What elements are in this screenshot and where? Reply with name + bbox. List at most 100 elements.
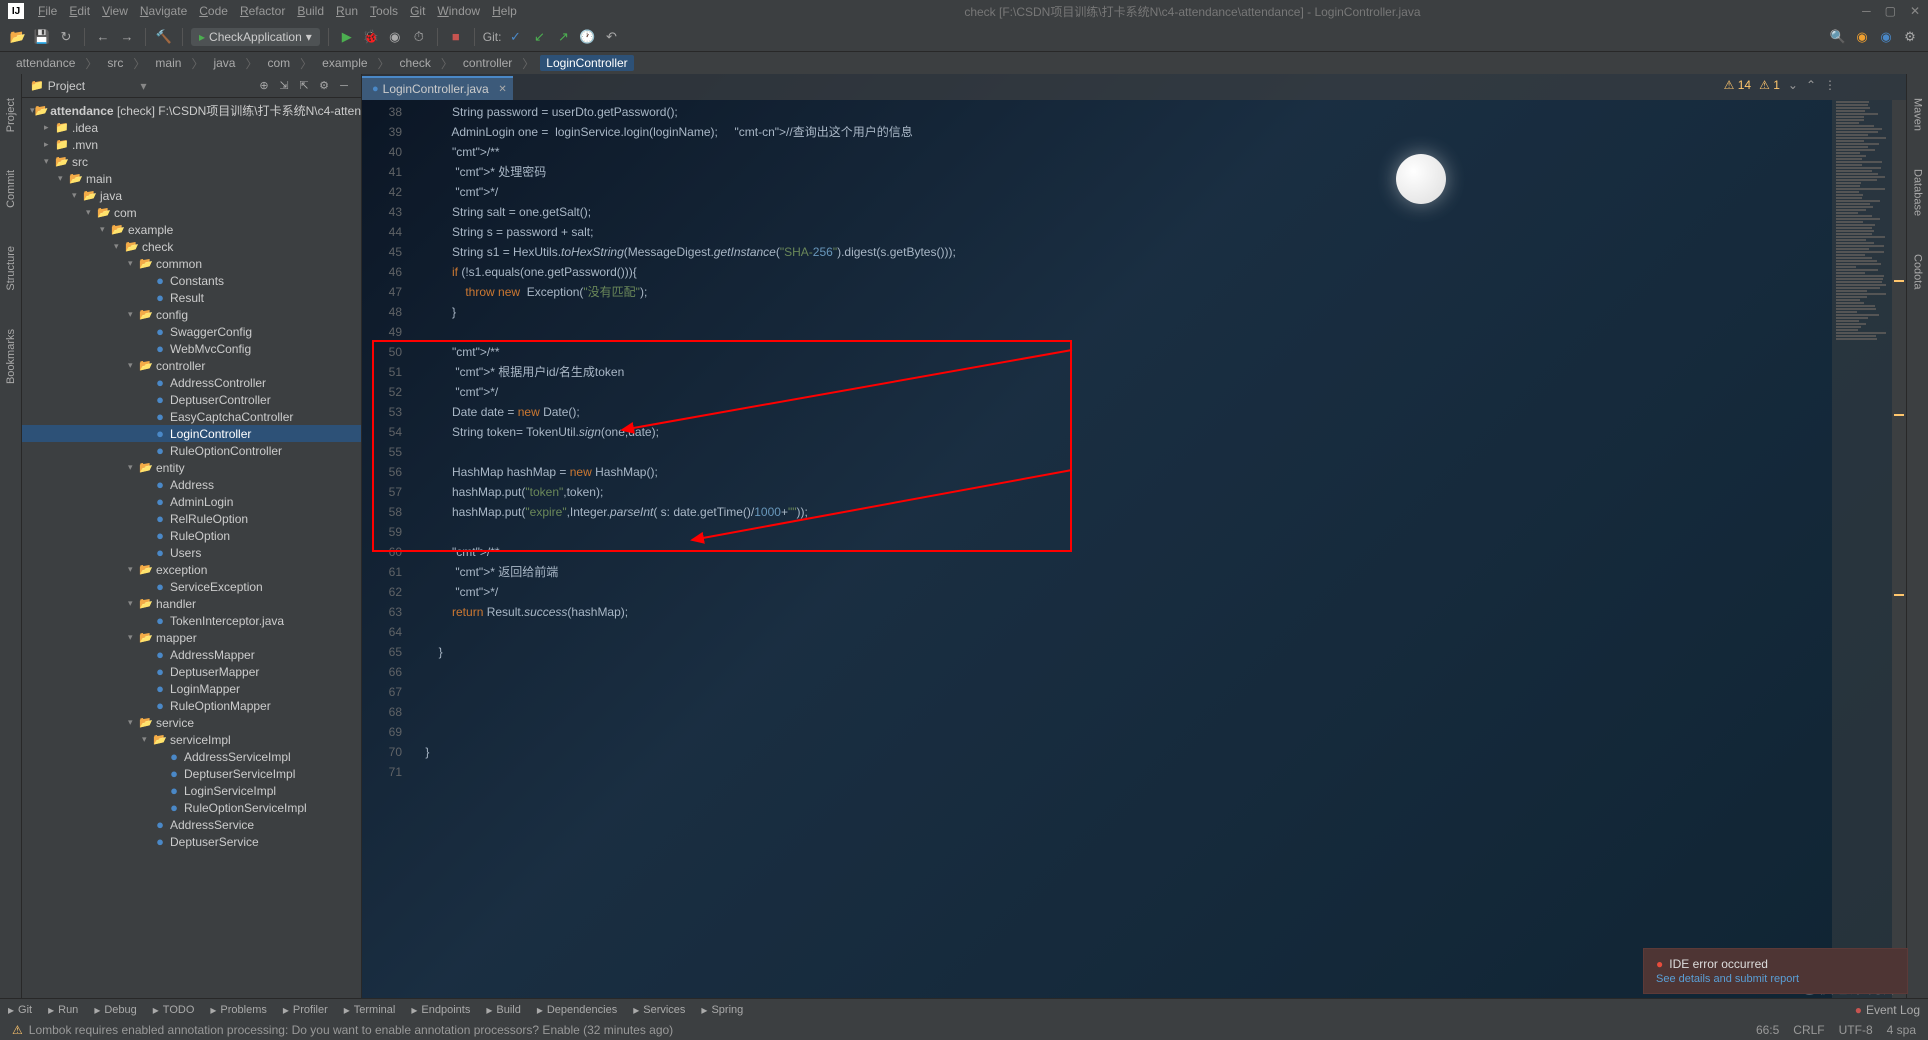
project-tree[interactable]: ▾ attendance [check] F:\CSDN项目训练\打卡系统N\c… [22, 98, 361, 998]
tree-class[interactable]: DeptuserController [22, 391, 361, 408]
tree-class[interactable]: AddressMapper [22, 646, 361, 663]
code-line[interactable]: "cmt">*/ [412, 382, 1832, 402]
collapse-icon[interactable]: ⇱ [295, 77, 313, 95]
search-everywhere-icon[interactable]: 🔍 [1828, 27, 1848, 47]
bottom-tab-debug[interactable]: ▸Debug [94, 1003, 136, 1017]
code-line[interactable]: "cmt">/** [412, 542, 1832, 562]
tab-close-icon[interactable]: ✕ [498, 84, 506, 95]
code-line[interactable]: "cmt">* 处理密码 [412, 162, 1832, 182]
menu-build[interactable]: Build [291, 4, 330, 18]
tree-class[interactable]: AddressController [22, 374, 361, 391]
code-line[interactable] [412, 722, 1832, 742]
code-line[interactable] [412, 522, 1832, 542]
vcs-commit-icon[interactable]: ↙ [529, 27, 549, 47]
indent-info[interactable]: 4 spa [1887, 1023, 1916, 1037]
vcs-rollback-icon[interactable]: ↶ [601, 27, 621, 47]
right-tab-codota[interactable]: Codota [1912, 250, 1924, 293]
hide-icon[interactable]: ─ [335, 77, 353, 95]
profile-icon[interactable]: ⏱ [409, 27, 429, 47]
bottom-tab-spring[interactable]: ▸Spring [701, 1003, 743, 1017]
menu-navigate[interactable]: Navigate [134, 4, 193, 18]
breadcrumb-item[interactable]: src [103, 56, 127, 70]
expand-icon[interactable]: ⇲ [275, 77, 293, 95]
open-icon[interactable]: 📂 [8, 27, 28, 47]
tree-folder[interactable]: ▾common [22, 255, 361, 272]
tree-class[interactable]: RuleOption [22, 527, 361, 544]
left-tab-commit[interactable]: Commit [5, 166, 17, 212]
code-line[interactable] [412, 622, 1832, 642]
tree-class[interactable]: Result [22, 289, 361, 306]
bottom-tab-git[interactable]: ▸Git [8, 1003, 32, 1017]
vcs-push-icon[interactable]: ↗ [553, 27, 573, 47]
code-line[interactable]: throw new Exception("没有匹配"); [412, 282, 1832, 302]
settings-icon[interactable]: ⚙ [1900, 27, 1920, 47]
menu-git[interactable]: Git [404, 4, 431, 18]
tree-folder[interactable]: ▾com [22, 204, 361, 221]
plugin-icon[interactable]: ◉ [1876, 27, 1896, 47]
tree-folder[interactable]: ▸.idea [22, 119, 361, 136]
menu-help[interactable]: Help [486, 4, 523, 18]
tree-class[interactable]: RuleOptionController [22, 442, 361, 459]
tree-folder[interactable]: ▾java [22, 187, 361, 204]
tree-class[interactable]: DeptuserService [22, 833, 361, 850]
avatar-icon[interactable]: ◉ [1852, 27, 1872, 47]
vcs-history-icon[interactable]: 🕐 [577, 27, 597, 47]
tree-folder[interactable]: ▾serviceImpl [22, 731, 361, 748]
error-notification[interactable]: IDE error occurred See details and submi… [1643, 948, 1908, 994]
breadcrumb-item[interactable]: java [209, 56, 239, 70]
error-link[interactable]: See details and submit report [1656, 973, 1895, 985]
menu-view[interactable]: View [96, 4, 134, 18]
tree-class[interactable]: AdminLogin [22, 493, 361, 510]
minimize-icon[interactable]: ─ [1862, 4, 1871, 18]
stop-icon[interactable]: ■ [446, 27, 466, 47]
project-title[interactable]: Project [30, 79, 136, 93]
code-line[interactable]: String salt = one.getSalt(); [412, 202, 1832, 222]
tree-class[interactable]: RuleOptionMapper [22, 697, 361, 714]
tree-folder[interactable]: ▾main [22, 170, 361, 187]
maximize-icon[interactable]: ▢ [1885, 4, 1896, 18]
code-line[interactable]: "cmt">* 根据用户id/名生成token [412, 362, 1832, 382]
tree-class[interactable]: RelRuleOption [22, 510, 361, 527]
code-line[interactable] [412, 762, 1832, 782]
bottom-tab-endpoints[interactable]: ▸Endpoints [411, 1003, 470, 1017]
tree-class[interactable]: DeptuserMapper [22, 663, 361, 680]
tree-class[interactable]: ServiceException [22, 578, 361, 595]
bottom-tab-build[interactable]: ▸Build [486, 1003, 521, 1017]
code-line[interactable]: "cmt">/** [412, 342, 1832, 362]
tree-folder[interactable]: ▾src [22, 153, 361, 170]
menu-window[interactable]: Window [431, 4, 486, 18]
tree-folder[interactable]: ▾mapper [22, 629, 361, 646]
bottom-tab-services[interactable]: ▸Services [633, 1003, 685, 1017]
bottom-tab-run[interactable]: ▸Run [48, 1003, 78, 1017]
menu-refactor[interactable]: Refactor [234, 4, 291, 18]
run-icon[interactable]: ▶ [337, 27, 357, 47]
code-line[interactable]: HashMap hashMap = new HashMap(); [412, 462, 1832, 482]
code-line[interactable]: } [412, 642, 1832, 662]
code-line[interactable]: "cmt">/** [412, 142, 1832, 162]
tree-folder[interactable]: ▾handler [22, 595, 361, 612]
tree-class[interactable]: Users [22, 544, 361, 561]
close-icon[interactable]: ✕ [1910, 4, 1920, 18]
menu-code[interactable]: Code [193, 4, 234, 18]
code-line[interactable]: } [412, 742, 1832, 762]
menu-file[interactable]: File [32, 4, 63, 18]
code-line[interactable] [412, 702, 1832, 722]
breadcrumb-item[interactable]: controller [459, 56, 516, 70]
right-tab-database[interactable]: Database [1912, 165, 1924, 220]
code-line[interactable]: hashMap.put("expire",Integer.parseInt( s… [412, 502, 1832, 522]
breadcrumb-item[interactable]: main [151, 56, 185, 70]
inspections-widget[interactable]: ⚠ 14 ⚠ 1 ⌄ ⌃ ⋮ [1724, 78, 1836, 92]
build-icon[interactable]: 🔨 [154, 27, 174, 47]
coverage-icon[interactable]: ◉ [385, 27, 405, 47]
tree-class[interactable]: TokenInterceptor.java [22, 612, 361, 629]
tree-class[interactable]: EasyCaptchaController [22, 408, 361, 425]
line-separator[interactable]: CRLF [1793, 1023, 1824, 1037]
code-area[interactable]: 3839404142434445464748495051525354555657… [362, 100, 1906, 998]
tree-folder[interactable]: ▾entity [22, 459, 361, 476]
code-line[interactable]: Date date = new Date(); [412, 402, 1832, 422]
tree-class[interactable]: AddressServiceImpl [22, 748, 361, 765]
back-icon[interactable]: ← [93, 27, 113, 47]
tree-folder[interactable]: ▾example [22, 221, 361, 238]
code-line[interactable] [412, 682, 1832, 702]
settings-gear-icon[interactable]: ⚙ [315, 77, 333, 95]
